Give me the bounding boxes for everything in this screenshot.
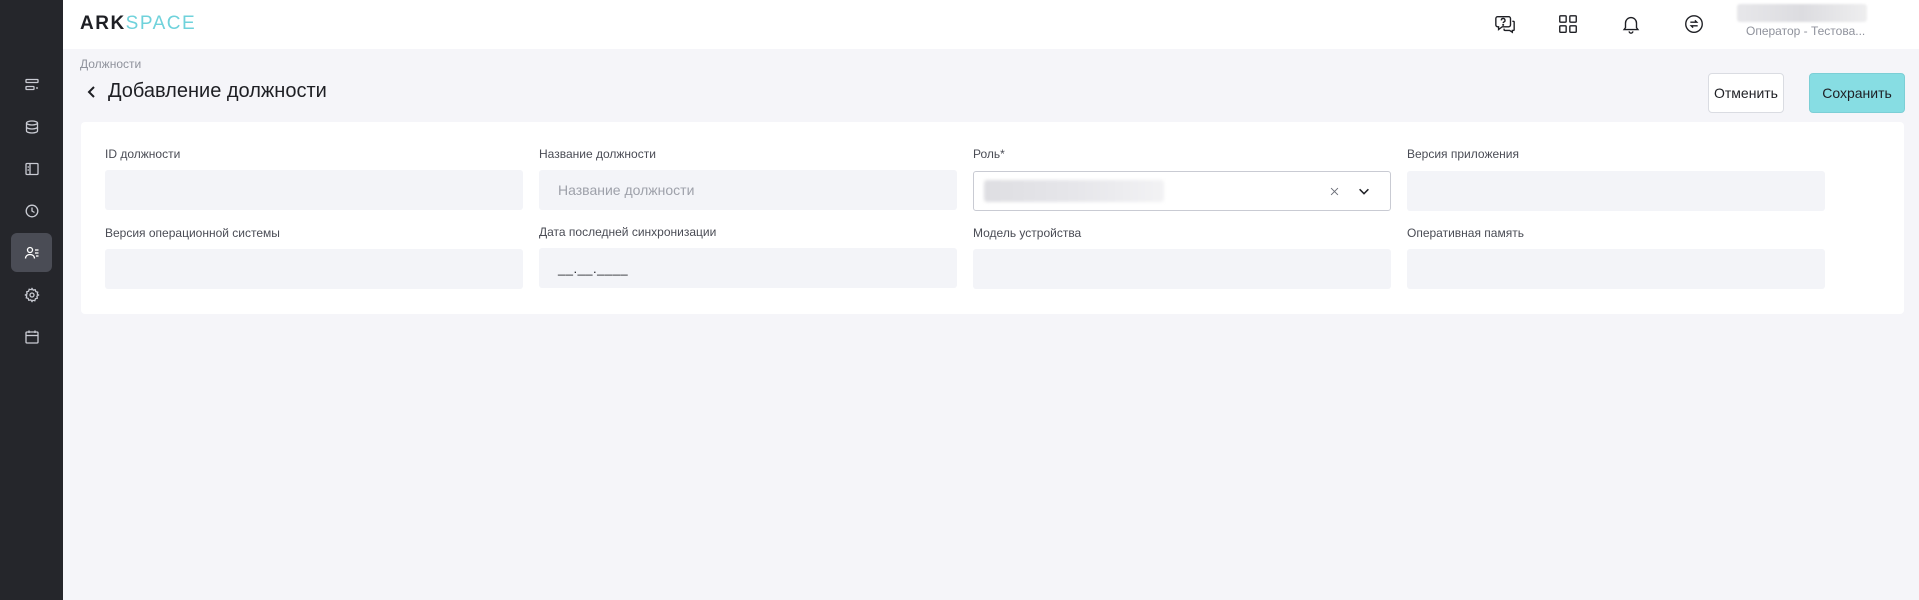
sidebar-item-settings[interactable] [11, 275, 52, 314]
field-label: Название должности [539, 147, 656, 161]
sidebar-item-database[interactable] [11, 107, 52, 146]
logo[interactable]: ARKSPACE [80, 13, 196, 35]
os-version-input[interactable] [105, 249, 523, 289]
position-id-input[interactable] [105, 170, 523, 210]
layout-icon [24, 162, 39, 175]
chevron-left-icon [87, 85, 95, 98]
logo-space: SPACE [125, 13, 197, 34]
gear-icon [23, 286, 40, 303]
clear-button[interactable] [1326, 183, 1342, 199]
field-os-version: Версия операционной системы [105, 226, 523, 289]
close-icon [1330, 187, 1338, 195]
apps-grid-icon [1559, 15, 1577, 33]
page-header: Добавление должности [84, 80, 327, 103]
field-role: Роль* [973, 147, 1391, 211]
role-select[interactable] [973, 171, 1391, 211]
ram-input[interactable] [1407, 249, 1825, 289]
role-selected-value [984, 180, 1164, 202]
user-name[interactable] [1737, 4, 1867, 22]
position-name-input[interactable]: Название должности [539, 170, 957, 210]
field-ram: Оперативная память [1407, 226, 1825, 289]
last-sync-date-input[interactable]: __.__.____ [539, 248, 957, 288]
user-role: Оператор - Тестова... [1746, 24, 1866, 38]
field-label: ID должности [105, 147, 181, 161]
clock-icon [25, 204, 38, 217]
cancel-button[interactable]: Отменить [1708, 73, 1784, 113]
users-icon [24, 246, 38, 259]
database-icon [25, 119, 38, 134]
field-label: Оперативная память [1407, 226, 1524, 240]
date-mask: __.__.____ [558, 260, 629, 276]
sidebar-item-layout[interactable] [11, 149, 52, 188]
calendar-icon [24, 330, 39, 344]
field-label: Модель устройства [973, 226, 1082, 240]
save-button[interactable]: Сохранить [1809, 73, 1905, 113]
chevron-down-icon [1359, 188, 1369, 195]
page-title: Добавление должности [108, 80, 327, 102]
sync-button[interactable] [1681, 11, 1707, 37]
role-dropdown-toggle[interactable] [1356, 183, 1372, 199]
form-card: ID должности Название должности Название… [81, 122, 1904, 314]
app-version-input[interactable] [1407, 171, 1825, 211]
sidebar-item-list[interactable] [11, 65, 52, 104]
field-position-id: ID должности [105, 147, 523, 210]
help-chat-button[interactable] [1492, 11, 1518, 37]
sync-icon [1685, 15, 1703, 33]
field-label: Дата последней синхронизации [539, 225, 717, 239]
field-label: Версия приложения [1407, 147, 1519, 161]
list-icon [24, 78, 39, 90]
sidebar-item-history[interactable] [11, 191, 52, 230]
sidebar [0, 0, 63, 600]
device-model-input[interactable] [973, 249, 1391, 289]
apps-grid-button[interactable] [1555, 11, 1581, 37]
notifications-button[interactable] [1618, 11, 1644, 37]
field-position-name: Название должности Название должности [539, 147, 957, 210]
back-button[interactable] [84, 82, 100, 102]
field-app-version: Версия приложения [1407, 147, 1825, 211]
field-last-sync-date: Дата последней синхронизации __.__.____ [539, 225, 957, 288]
sidebar-item-users[interactable] [11, 233, 52, 272]
breadcrumb[interactable]: Должности [80, 57, 141, 71]
field-device-model: Модель устройства [973, 226, 1391, 289]
top-bar: ARKSPACE Оператор - Тестова... [63, 0, 1919, 49]
help-chat-icon [1495, 15, 1515, 34]
logo-ark: ARK [80, 13, 126, 34]
sidebar-item-calendar[interactable] [11, 317, 52, 356]
bell-icon [1622, 16, 1640, 34]
field-label: Роль* [973, 147, 1005, 161]
field-label: Версия операционной системы [105, 226, 280, 240]
